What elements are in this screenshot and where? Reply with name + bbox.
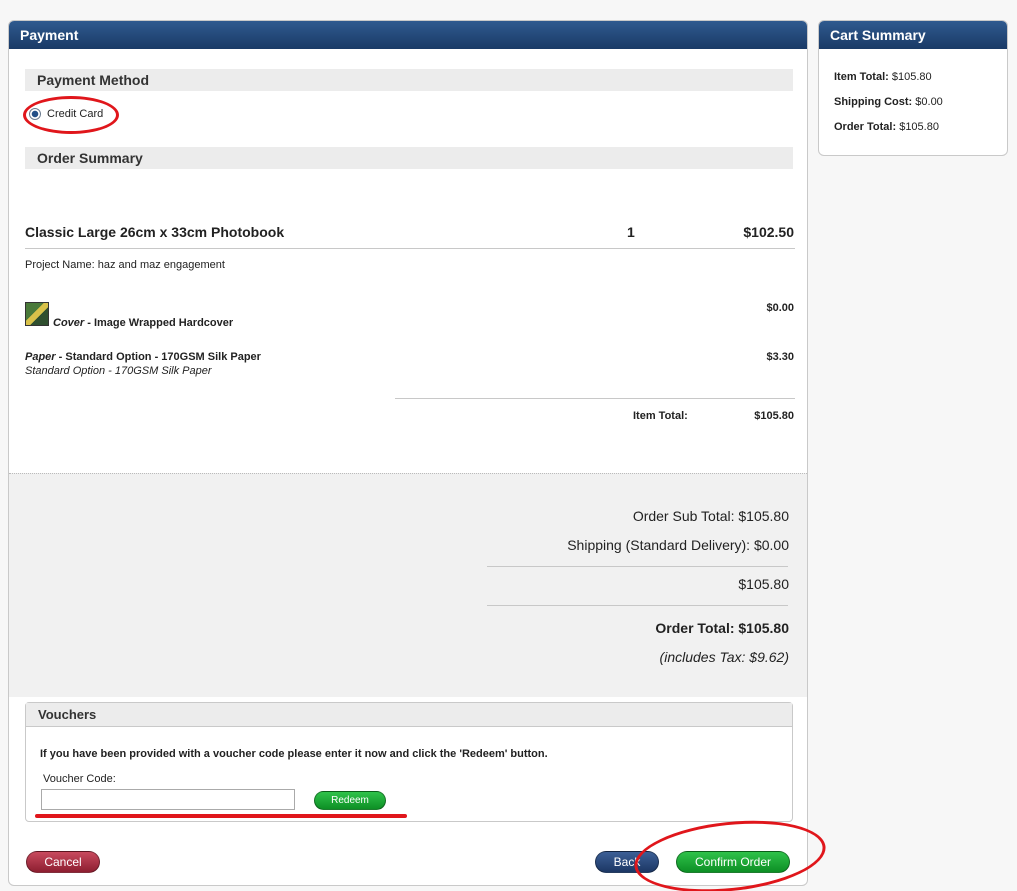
item-price: $102.50 <box>743 224 794 240</box>
order-summary-heading: Order Summary <box>25 147 793 169</box>
voucher-code-input[interactable] <box>41 789 295 810</box>
divider <box>487 566 788 567</box>
voucher-code-label: Voucher Code: <box>43 773 116 785</box>
order-totals-section: Order Sub Total: $105.80 Shipping (Stand… <box>9 473 807 697</box>
payment-panel: Payment Payment Method Credit Card Order… <box>8 20 808 886</box>
annotation-underline-voucher <box>35 814 407 818</box>
order-total: Order Total: $105.80 <box>655 620 789 636</box>
divider <box>395 398 795 399</box>
cover-thumbnail-image <box>25 302 49 326</box>
item-title: Classic Large 26cm x 33cm Photobook <box>25 224 285 240</box>
item-total-value: $105.80 <box>754 410 794 422</box>
cover-option-price: $0.00 <box>766 302 794 314</box>
vouchers-heading: Vouchers <box>26 703 792 727</box>
project-name: Project Name: haz and maz engagement <box>25 259 225 271</box>
payment-panel-title: Payment <box>9 21 807 49</box>
cart-order-total: Order Total: $105.80 <box>834 121 939 133</box>
cart-item-total: Item Total: $105.80 <box>834 71 932 83</box>
payment-method-heading: Payment Method <box>25 69 793 91</box>
voucher-instructions: If you have been provided with a voucher… <box>40 748 548 760</box>
vouchers-section: Vouchers If you have been provided with … <box>25 702 793 822</box>
order-sub-total: Order Sub Total: $105.80 <box>632 508 789 524</box>
paper-option-detail: Standard Option - 170GSM Silk Paper <box>25 365 212 377</box>
item-quantity: 1 <box>627 224 635 240</box>
subtotal-amount: $105.80 <box>738 576 789 592</box>
redeem-button[interactable]: Redeem <box>314 791 386 810</box>
paper-option: Paper - Standard Option - 170GSM Silk Pa… <box>25 351 261 363</box>
paper-option-price: $3.30 <box>766 351 794 363</box>
cancel-button[interactable]: Cancel <box>26 851 100 873</box>
cart-summary-panel: Cart Summary Item Total: $105.80 Shippin… <box>818 20 1008 156</box>
divider <box>487 605 788 606</box>
shipping-total: Shipping (Standard Delivery): $0.00 <box>567 537 789 553</box>
tax-note: (includes Tax: $9.62) <box>659 649 789 665</box>
cart-shipping-cost: Shipping Cost: $0.00 <box>834 96 943 108</box>
annotation-circle-credit-card <box>23 96 119 134</box>
divider <box>25 248 795 249</box>
item-total-label: Item Total: <box>633 410 688 422</box>
cart-summary-title: Cart Summary <box>819 21 1007 49</box>
cover-option: Cover - Image Wrapped Hardcover <box>53 317 234 329</box>
